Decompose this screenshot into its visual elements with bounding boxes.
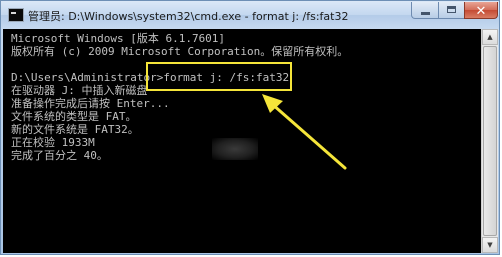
title-bar[interactable]: 管理员: D:\Windows\system32\cmd.exe - forma…: [1, 1, 499, 29]
minimize-icon: [421, 12, 430, 15]
console-line: 文件系统的类型是 FAT。: [11, 110, 137, 123]
window-title: 管理员: D:\Windows\system32\cmd.exe - forma…: [28, 10, 349, 23]
console-line: Microsoft Windows [版本 6.1.7601]: [11, 32, 226, 45]
console-line: 在驱动器 J: 中插入新磁盘: [11, 84, 148, 97]
console-line: 准备操作完成后请按 Enter...: [11, 97, 170, 110]
cmd-window: 管理员: D:\Windows\system32\cmd.exe - forma…: [0, 0, 500, 255]
console-progress-line: 完成了百分之 40。: [11, 149, 108, 162]
cmd-icon[interactable]: [8, 8, 24, 22]
console-line: 正在校验 1933M: [11, 136, 95, 149]
blurred-cursor-region: [212, 138, 258, 160]
scroll-down-button[interactable]: ▼: [482, 237, 498, 253]
scroll-up-button[interactable]: ▲: [482, 29, 498, 45]
close-icon: ✕: [475, 4, 487, 19]
console-line: 新的文件系统是 FAT32。: [11, 123, 139, 136]
scrollbar-thumb[interactable]: [483, 46, 497, 236]
maximize-icon: [447, 6, 456, 13]
minimize-button[interactable]: [411, 2, 439, 19]
maximize-button[interactable]: [438, 2, 465, 19]
command-highlight-box: [146, 62, 292, 91]
close-button[interactable]: ✕: [464, 2, 498, 19]
vertical-scrollbar[interactable]: ▲ ▼: [481, 29, 498, 253]
console-line: 版权所有 (c) 2009 Microsoft Corporation。保留所有…: [11, 45, 349, 58]
